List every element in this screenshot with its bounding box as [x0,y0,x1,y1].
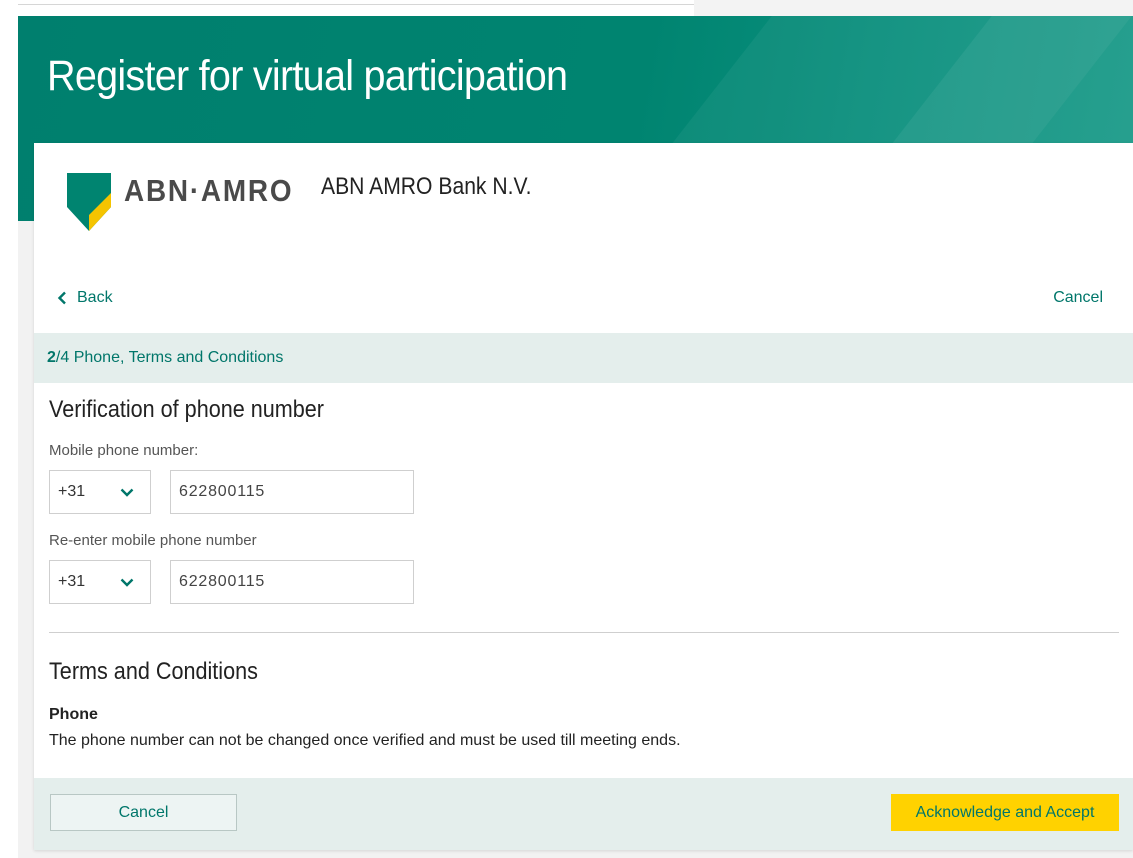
chevron-down-icon [120,488,134,497]
country-code-select[interactable]: +31 [49,470,151,514]
chevron-down-icon [120,578,134,587]
step-indicator: 2/4 Phone, Terms and Conditions [34,333,1133,383]
reenter-phone-input[interactable]: 622800115 [170,560,414,604]
acknowledge-accept-button[interactable]: Acknowledge and Accept [891,794,1119,831]
mobile-phone-input[interactable]: 622800115 [170,470,414,514]
mobile-phone-label: Mobile phone number: [49,442,199,459]
cancel-button[interactable]: Cancel [50,794,237,831]
page-title: Register for virtual participation [47,52,568,100]
background-strip [694,0,1133,16]
step-total: /4 [55,349,70,366]
abn-amro-shield-logo [67,173,111,231]
back-link-label: Back [77,289,113,306]
top-divider-line [18,4,694,5]
reenter-country-code-select[interactable]: +31 [49,560,151,604]
action-footer: Cancel Acknowledge and Accept [34,778,1133,850]
back-link[interactable]: Back [57,289,113,307]
country-code-value: +31 [58,483,86,500]
reenter-phone-label: Re-enter mobile phone number [49,532,257,549]
step-title: Phone, Terms and Conditions [73,349,284,366]
cancel-link[interactable]: Cancel [1053,289,1103,307]
country-code-value: +31 [58,573,86,590]
section-divider [49,632,1119,633]
chevron-left-icon [57,291,66,305]
abn-amro-logo-text: ABN·AMRO [124,173,294,208]
terms-title: Terms and Conditions [49,658,258,685]
company-name: ABN AMRO Bank N.V. [321,173,532,200]
registration-card: ABN·AMRO ABN AMRO Bank N.V. Back Cancel … [34,143,1133,850]
terms-phone-text: The phone number can not be changed once… [49,732,681,749]
terms-phone-heading: Phone [49,706,98,723]
verification-title: Verification of phone number [49,396,324,423]
step-current: 2 [47,349,56,366]
